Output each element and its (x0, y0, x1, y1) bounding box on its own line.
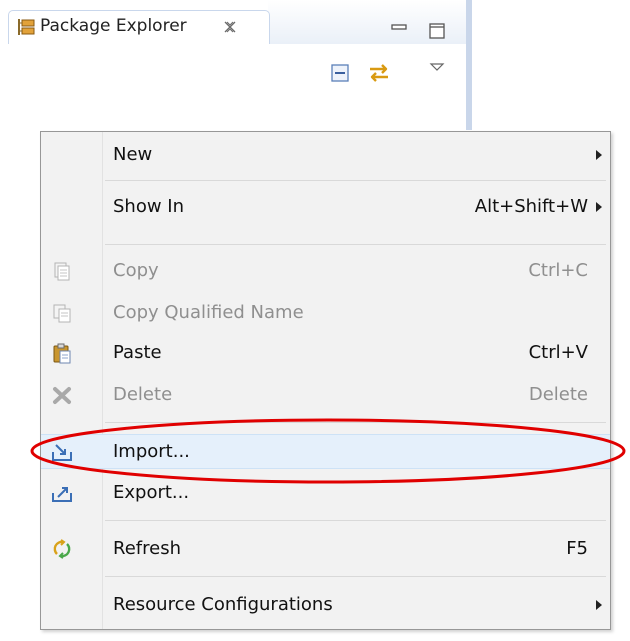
copy-qualified-name-icon (53, 304, 71, 323)
menu-item-label: Resource Configurations (113, 594, 333, 615)
submenu-arrow-icon (596, 600, 602, 610)
copy-icon (54, 262, 70, 281)
view-border (466, 0, 472, 130)
menu-item-refresh[interactable]: Refresh F5 (41, 532, 610, 567)
menu-separator (105, 180, 606, 181)
menu-item-label: Copy Qualified Name (113, 302, 304, 323)
package-explorer-view: Package Explorer (0, 0, 472, 130)
paste-icon (53, 343, 71, 364)
refresh-icon (53, 539, 71, 559)
collapse-all-icon[interactable] (331, 64, 349, 82)
menu-item-label: Show In (113, 196, 185, 217)
context-menu: New Show In Alt+Shift+W Copy Ctrl+C Copy… (40, 131, 611, 630)
view-title: Package Explorer (40, 16, 187, 36)
submenu-arrow-icon (596, 202, 602, 212)
delete-icon (53, 387, 71, 404)
menu-item-shortcut: F5 (566, 538, 588, 559)
view-menu-icon[interactable] (429, 62, 445, 72)
menu-item-label: Paste (113, 342, 162, 363)
menu-item-label: Refresh (113, 538, 181, 559)
menu-separator (105, 244, 606, 245)
menu-item-show-in[interactable]: Show In Alt+Shift+W (41, 190, 610, 225)
menu-item-shortcut: Ctrl+C (528, 260, 588, 281)
menu-separator (105, 576, 606, 577)
menu-separator (105, 520, 606, 521)
menu-item-delete[interactable]: Delete Delete (41, 378, 610, 413)
submenu-arrow-icon (596, 150, 602, 160)
view-toolbar-area (0, 44, 472, 130)
close-tab-icon[interactable] (223, 20, 237, 34)
menu-item-shortcut: Alt+Shift+W (474, 196, 588, 217)
menu-item-shortcut: Delete (528, 384, 588, 405)
menu-item-new[interactable]: New (41, 138, 610, 173)
minimize-icon[interactable] (390, 22, 408, 34)
menu-item-copy-qualified-name[interactable]: Copy Qualified Name (41, 296, 610, 331)
menu-item-label: Copy (113, 260, 159, 281)
maximize-icon[interactable] (428, 22, 446, 40)
menu-item-paste[interactable]: Paste Ctrl+V (41, 336, 610, 371)
link-with-editor-icon[interactable] (366, 60, 392, 86)
menu-item-label: New (113, 144, 153, 165)
menu-item-copy[interactable]: Copy Ctrl+C (41, 254, 610, 289)
menu-item-shortcut: Ctrl+V (528, 342, 588, 363)
package-explorer-icon (18, 19, 35, 35)
menu-item-resource-configurations[interactable]: Resource Configurations (41, 588, 610, 623)
highlight-ellipse (30, 418, 626, 484)
menu-item-label: Delete (113, 384, 173, 405)
